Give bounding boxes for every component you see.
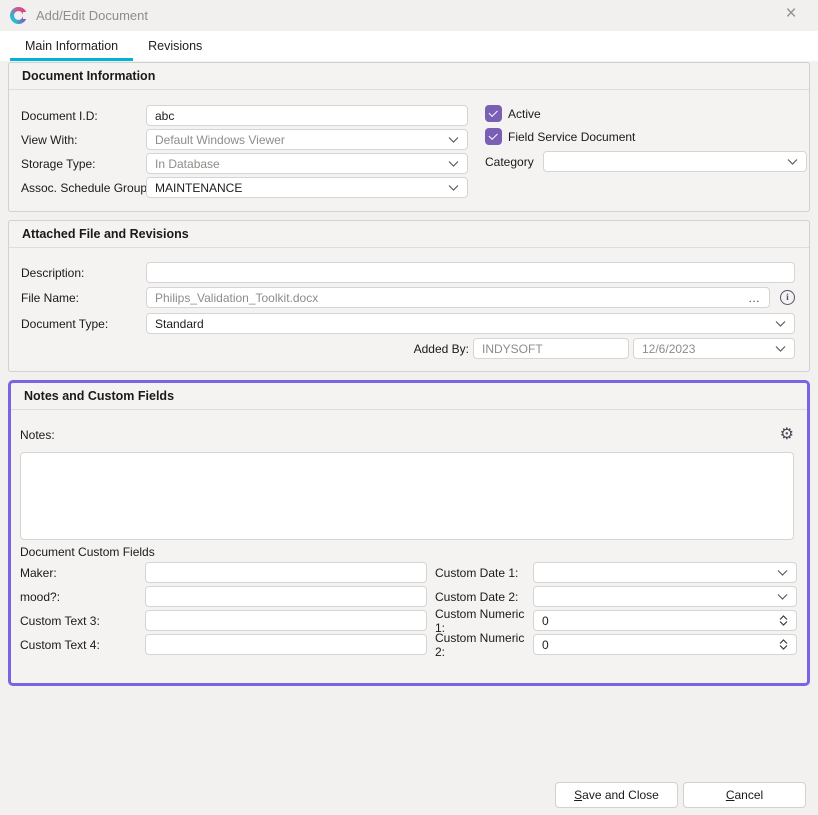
custom-field-row: mood?: Custom Date 2:: [20, 586, 794, 607]
info-icon[interactable]: i: [780, 290, 795, 305]
notes-custom-fields-section: Notes and Custom Fields Notes: ⚙ Documen…: [8, 380, 810, 686]
category-label: Category: [485, 155, 534, 169]
spinner-up-down-icon[interactable]: [779, 615, 788, 626]
schedule-group-field: Assoc. Schedule Group: MAINTENANCE: [21, 177, 797, 198]
section-title: Document Information: [9, 63, 809, 90]
chevron-down-icon: [777, 570, 788, 576]
active-checkbox-label: Active: [508, 107, 541, 121]
added-date-select[interactable]: 12/6/2023: [633, 338, 795, 359]
chevron-down-icon: [775, 321, 786, 327]
active-checkbox-row: Active: [485, 105, 806, 122]
active-checkbox[interactable]: [485, 105, 502, 122]
mood-label: mood?:: [20, 590, 145, 604]
custom-text-3-label: Custom Text 3:: [20, 614, 145, 628]
added-by-label: Added By:: [414, 342, 469, 356]
custom-numeric-1-spinner[interactable]: 0: [533, 610, 797, 631]
custom-fields-heading: Document Custom Fields: [20, 545, 794, 559]
chevron-down-icon: [775, 346, 786, 352]
document-id-label: Document I.D:: [21, 109, 146, 123]
description-input[interactable]: [146, 262, 795, 283]
attached-file-section: Attached File and Revisions Description:…: [8, 220, 810, 372]
chevron-down-icon: [787, 159, 798, 165]
notes-header-row: Notes: ⚙: [20, 427, 794, 443]
title-bar: Add/Edit Document ×: [0, 0, 818, 31]
browse-button[interactable]: …: [740, 291, 761, 305]
section-title: Notes and Custom Fields: [11, 383, 807, 410]
document-flags-column: Active Field Service Document Category: [485, 105, 806, 172]
chevron-down-icon: [777, 594, 788, 600]
mood-input[interactable]: [145, 586, 427, 607]
custom-date-2-label: Custom Date 2:: [435, 590, 533, 604]
section-title: Attached File and Revisions: [9, 221, 809, 248]
tab-revisions[interactable]: Revisions: [133, 31, 217, 61]
save-and-close-button[interactable]: Save and Close: [555, 782, 678, 808]
tab-bar: Main Information Revisions: [0, 31, 818, 61]
custom-date-2-select[interactable]: [533, 586, 797, 607]
custom-numeric-2-spinner[interactable]: 0: [533, 634, 797, 655]
field-service-checkbox-row: Field Service Document: [485, 128, 806, 145]
notes-textarea[interactable]: [20, 452, 794, 540]
document-type-field: Document Type: Standard: [21, 313, 795, 334]
close-icon[interactable]: ×: [778, 1, 804, 27]
custom-field-row: Custom Text 4: Custom Numeric 2: 0: [20, 634, 794, 655]
field-service-checkbox[interactable]: [485, 128, 502, 145]
storage-type-select[interactable]: In Database: [146, 153, 468, 174]
custom-text-4-label: Custom Text 4:: [20, 638, 145, 652]
document-id-input[interactable]: abc: [146, 105, 468, 126]
schedule-group-select[interactable]: MAINTENANCE: [146, 177, 468, 198]
chevron-down-icon: [448, 185, 459, 191]
cancel-button[interactable]: Cancel: [683, 782, 806, 808]
window-title: Add/Edit Document: [36, 8, 148, 23]
document-type-select[interactable]: Standard: [146, 313, 795, 334]
custom-field-row: Custom Text 3: Custom Numeric 1: 0: [20, 610, 794, 631]
spinner-up-down-icon[interactable]: [779, 639, 788, 650]
app-logo-icon: [10, 7, 27, 24]
custom-field-row: Maker: Custom Date 1:: [20, 562, 794, 583]
category-select[interactable]: [543, 151, 807, 172]
custom-numeric-2-label: Custom Numeric 2:: [435, 631, 533, 659]
category-field: Category: [485, 151, 806, 172]
schedule-group-label: Assoc. Schedule Group:: [21, 181, 146, 195]
custom-text-4-input[interactable]: [145, 634, 427, 655]
maker-label: Maker:: [20, 566, 145, 580]
description-label: Description:: [21, 266, 146, 280]
gear-icon[interactable]: ⚙: [780, 427, 794, 443]
description-field: Description:: [21, 262, 795, 283]
document-information-section: Document Information Document I.D: abc V…: [8, 62, 810, 212]
custom-date-1-select[interactable]: [533, 562, 797, 583]
chevron-down-icon: [448, 161, 459, 167]
storage-type-label: Storage Type:: [21, 157, 146, 171]
file-name-label: File Name:: [21, 291, 146, 305]
notes-label: Notes:: [20, 428, 55, 442]
maker-input[interactable]: [145, 562, 427, 583]
document-type-label: Document Type:: [21, 317, 146, 331]
file-name-input[interactable]: Philips_Validation_Toolkit.docx …: [146, 287, 770, 308]
add-edit-document-dialog: Add/Edit Document × Main Information Rev…: [0, 0, 818, 815]
custom-date-1-label: Custom Date 1:: [435, 566, 533, 580]
field-service-checkbox-label: Field Service Document: [508, 130, 635, 144]
tab-main-information[interactable]: Main Information: [10, 31, 133, 61]
custom-text-3-input[interactable]: [145, 610, 427, 631]
view-with-select[interactable]: Default Windows Viewer: [146, 129, 468, 150]
added-by-input[interactable]: INDYSOFT: [473, 338, 629, 359]
file-name-field: File Name: Philips_Validation_Toolkit.do…: [21, 287, 795, 308]
view-with-label: View With:: [21, 133, 146, 147]
added-by-row: Added By: INDYSOFT 12/6/2023: [21, 338, 795, 359]
chevron-down-icon: [448, 137, 459, 143]
